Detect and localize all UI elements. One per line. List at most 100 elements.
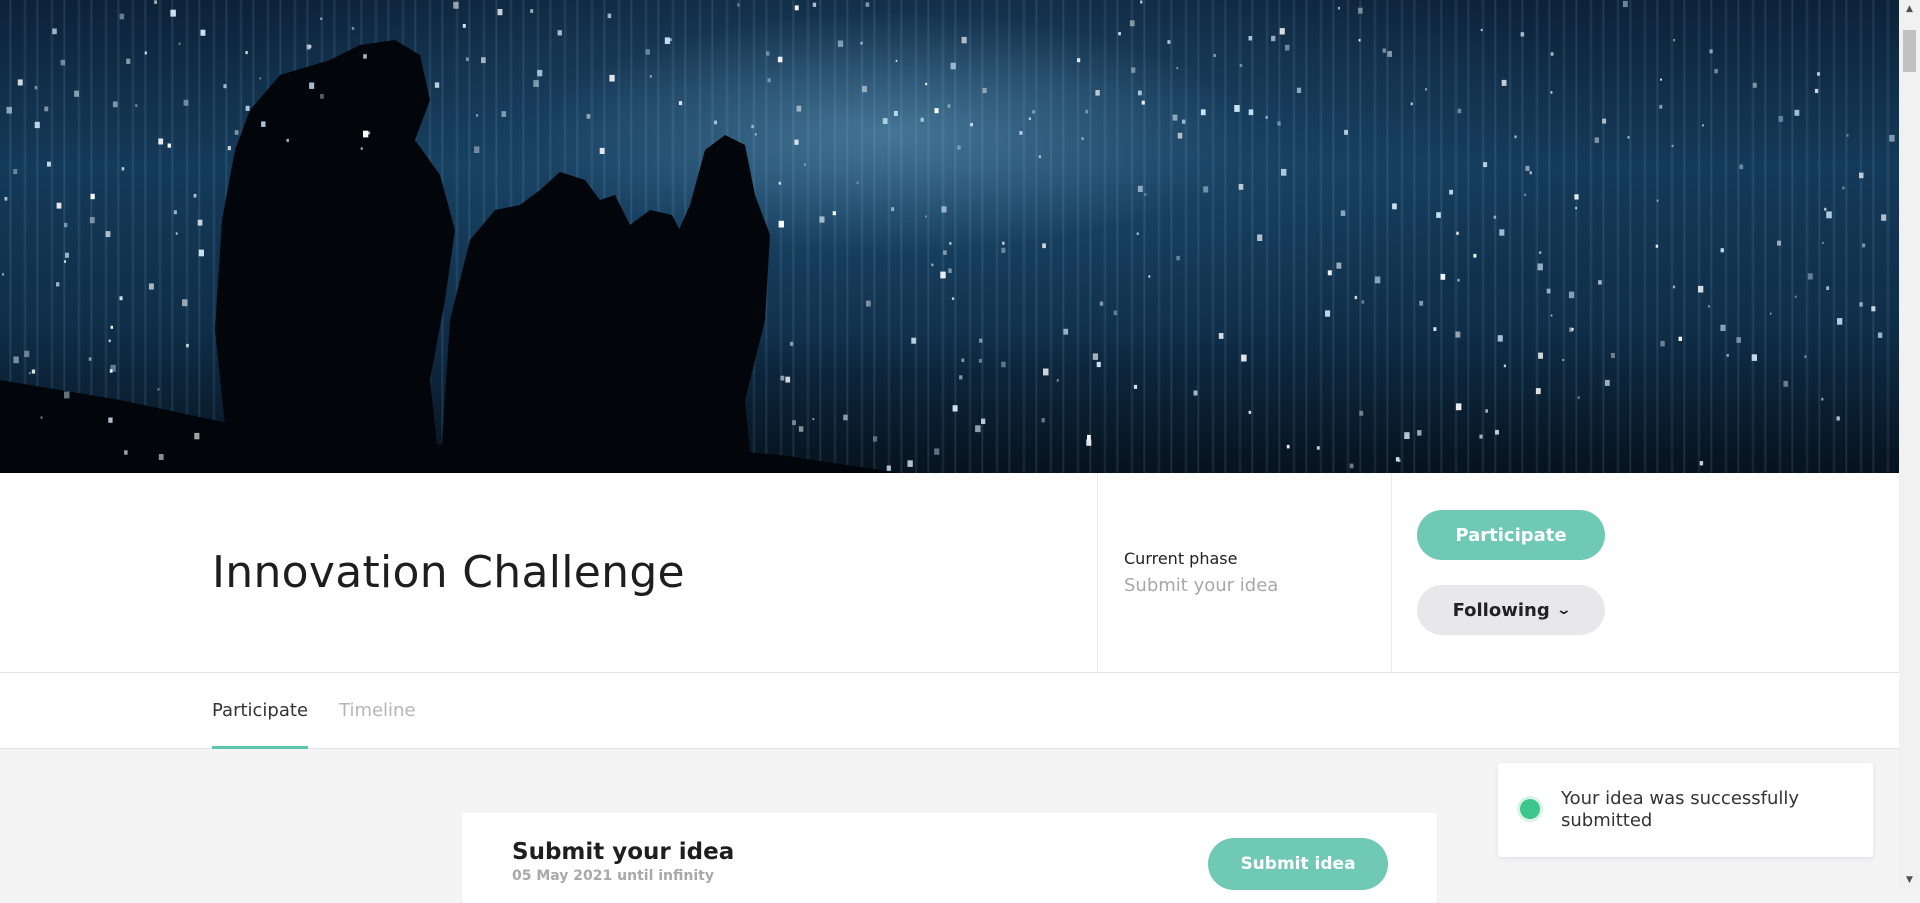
hero-light-dot: [1359, 410, 1364, 416]
hero-light-dot: [474, 146, 480, 153]
hero-light-dot: [669, 38, 672, 42]
hero-light-dot: [949, 242, 952, 245]
hero-light-dot: [975, 425, 981, 433]
hero-light-dot: [1203, 186, 1209, 193]
hero-light-dot: [259, 77, 262, 80]
hero-light-dot: [978, 358, 982, 363]
hero-light-dot: [320, 17, 323, 20]
scrollbar-thumb[interactable]: [1903, 30, 1916, 72]
hero-light-dot: [1826, 211, 1832, 219]
hero-light-dot: [785, 376, 791, 383]
hero-light-dot: [360, 147, 363, 150]
people-silhouettes: [0, 40, 900, 473]
hero-light-dot: [1118, 32, 1121, 36]
hero-light-dot: [981, 418, 986, 424]
hero-light-dot: [1575, 206, 1578, 210]
silhouette-right-person: [665, 135, 770, 473]
hero-light-dot: [1043, 368, 1049, 376]
hero-light-dot: [865, 2, 870, 7]
hero-light-dot: [766, 51, 770, 56]
toast-message: Your idea was successfully submitted: [1561, 788, 1800, 831]
hero-light-dot: [1814, 88, 1819, 93]
hero-light-dot: [74, 90, 79, 97]
hero-light-dot: [1877, 332, 1883, 338]
hero-light-dot: [645, 49, 650, 55]
hero-light-dot: [1340, 210, 1346, 216]
hero-light-dot: [261, 121, 266, 127]
hero-light-dot: [1501, 79, 1507, 86]
hero-image: [0, 0, 1899, 473]
chevron-down-icon: ⌄: [1555, 602, 1572, 618]
hero-light-dot: [1096, 361, 1101, 368]
hero-light-dot: [167, 143, 171, 148]
hero-light-dot: [1361, 300, 1365, 304]
hero-light-dot: [1859, 172, 1864, 179]
hero-light-dot: [1410, 102, 1413, 106]
hero-light-dot: [1354, 295, 1358, 300]
hero-light-dot: [1440, 273, 1446, 280]
hero-light-dot: [126, 58, 131, 64]
scroll-up-arrow-icon[interactable]: ▲: [1899, 0, 1920, 17]
scroll-down-arrow-icon[interactable]: ▼: [1899, 871, 1920, 888]
hero-light-dot: [1092, 353, 1098, 360]
hero-light-dot: [200, 29, 206, 36]
following-button[interactable]: Following ⌄: [1417, 585, 1605, 635]
hero-light-dot: [88, 357, 92, 361]
hero-light-dot: [1821, 397, 1824, 401]
participate-button[interactable]: Participate: [1417, 510, 1605, 560]
hero-light-dot: [925, 215, 927, 218]
hero-light-dot: [1783, 380, 1789, 387]
hero-light-dot: [194, 432, 200, 440]
success-status-icon: [1520, 799, 1540, 819]
hero-light-dot: [1238, 184, 1244, 190]
tab-timeline[interactable]: Timeline: [339, 673, 416, 748]
hero-light-dot: [1807, 273, 1813, 280]
hero-light-dot: [47, 161, 51, 167]
card-title: Submit your idea: [512, 839, 735, 865]
submit-idea-button[interactable]: Submit idea: [1208, 838, 1388, 890]
hero-light-dot: [1574, 194, 1579, 200]
hero-light-dot: [158, 454, 164, 460]
hero-light-dot: [1538, 352, 1543, 359]
hero-light-dot: [934, 448, 940, 455]
hero-light-dot: [1038, 155, 1041, 159]
hero-light-dot: [911, 337, 917, 344]
hero-light-dot: [1086, 439, 1092, 446]
hero-light-dot: [1673, 39, 1676, 42]
vertical-scrollbar[interactable]: ▲ ▼: [1899, 0, 1920, 888]
hero-light-dot: [1136, 232, 1139, 235]
hero-light-dot: [794, 139, 799, 145]
hero-light-dot: [31, 369, 36, 374]
hero-light-dot: [1822, 241, 1824, 244]
hero-light-dot: [1859, 302, 1863, 307]
hero-light-dot: [40, 416, 43, 419]
hero-light-dot: [1611, 353, 1615, 358]
hero-light-dot: [28, 372, 31, 375]
hero-light-dot: [860, 41, 863, 45]
hero-light-dot: [124, 450, 128, 455]
hero-light-dot: [947, 104, 951, 108]
hero-light-dot: [1627, 136, 1630, 139]
header-divider: [1391, 473, 1392, 672]
hero-light-dot: [108, 417, 113, 423]
challenge-tabs: Participate Timeline: [0, 673, 1899, 749]
hero-light-dot: [1248, 36, 1253, 41]
hero-light-dot: [1655, 244, 1659, 248]
hero-light-dot: [1569, 327, 1573, 332]
card-date-range: 05 May 2021 until infinity: [512, 868, 714, 884]
hero-light-dot: [856, 181, 859, 184]
hero-light-dot: [832, 211, 836, 216]
hero-light-dot: [1871, 306, 1876, 312]
hero-light-dot: [1493, 215, 1497, 219]
hero-light-dot: [957, 145, 961, 150]
hero-light-dot: [1503, 364, 1506, 368]
hero-light-dot: [1140, 0, 1143, 4]
hero-light-dot: [1138, 90, 1142, 96]
tab-participate[interactable]: Participate: [212, 673, 309, 749]
hero-light-dot: [110, 364, 116, 372]
hero-light-dot: [1480, 28, 1483, 32]
hero-light-dot: [1702, 124, 1704, 127]
hero-light-dot: [1889, 134, 1895, 142]
hero-light-dot: [1265, 115, 1268, 119]
hero-light-dot: [1257, 234, 1263, 241]
